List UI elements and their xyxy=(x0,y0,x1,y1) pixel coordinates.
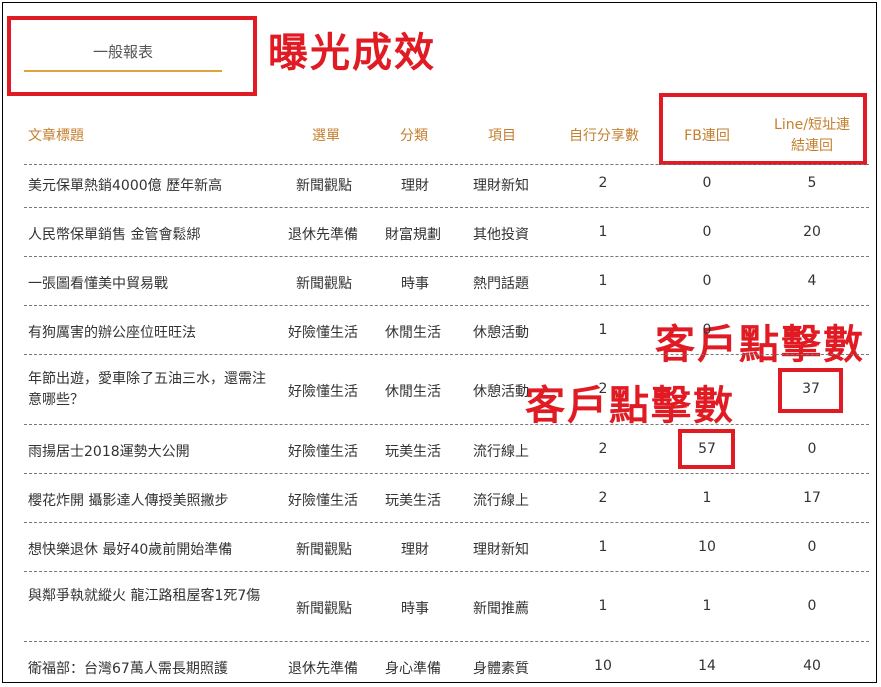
cell-self-share: 2 xyxy=(598,175,608,191)
cell-category: 休閒生活 xyxy=(385,325,441,341)
cell-category: 玩美生活 xyxy=(385,493,441,509)
cell-menu: 好險懂生活 xyxy=(288,444,358,460)
row-separator xyxy=(24,305,869,306)
cell-self-share: 2 xyxy=(598,441,608,457)
cell-fb: 14 xyxy=(698,658,716,674)
cell-line: 17 xyxy=(803,490,821,506)
cell-self-share: 1 xyxy=(598,273,608,289)
cell-title[interactable]: 人民幣保單銷售 金管會鬆綁 xyxy=(28,224,200,244)
cell-category: 理財 xyxy=(401,542,429,558)
cell-fb: 0 xyxy=(702,322,712,338)
col-header-fb[interactable]: FB連回 xyxy=(667,125,747,145)
row-separator xyxy=(24,571,869,572)
col-header-menu[interactable]: 選單 xyxy=(312,125,340,145)
cell-menu: 新聞觀點 xyxy=(296,601,352,617)
cell-title[interactable]: 美元保單熱銷4000億 歷年新高 xyxy=(28,175,222,195)
cell-fb: 10 xyxy=(698,539,716,555)
cell-self-share: 2 xyxy=(598,490,608,506)
cell-category: 時事 xyxy=(401,601,429,617)
cell-item: 理財新知 xyxy=(473,178,529,194)
cell-line: 37 xyxy=(802,381,820,397)
cell-category: 理財 xyxy=(401,178,429,194)
cell-self-share: 1 xyxy=(598,598,608,614)
cell-item: 新聞推薦 xyxy=(473,601,529,617)
cell-menu: 好險懂生活 xyxy=(288,325,358,341)
cell-self-share: 2 xyxy=(598,381,608,397)
cell-category: 玩美生活 xyxy=(385,444,441,460)
row-separator xyxy=(24,522,869,523)
col-header-line-text-1: Line/短址連 xyxy=(774,117,850,133)
cell-title[interactable]: 想快樂退休 最好40歲前開始準備 xyxy=(28,539,232,559)
cell-item: 熱門話題 xyxy=(473,276,529,292)
header-separator xyxy=(24,164,869,165)
cell-title[interactable]: 雨揚居士2018運勢大公開 xyxy=(28,441,190,461)
col-header-self-share[interactable]: 自行分享數 xyxy=(558,125,650,145)
cell-title[interactable]: 有狗厲害的辦公座位旺旺法 xyxy=(28,322,196,342)
cell-item: 其他投資 xyxy=(473,227,529,243)
cell-item: 休憩活動 xyxy=(473,384,529,400)
cell-category: 時事 xyxy=(401,276,429,292)
cell-title[interactable]: 年節出遊，愛車除了五油三水，還需注意哪些？ xyxy=(28,369,273,411)
cell-line: 0 xyxy=(807,598,817,614)
col-header-line-text-2: 結連回 xyxy=(791,138,833,154)
col-header-line[interactable]: Line/短址連 結連回 xyxy=(760,115,864,157)
cell-fb: 1 xyxy=(702,490,712,506)
row-separator xyxy=(24,354,869,355)
cell-item: 休憩活動 xyxy=(473,325,529,341)
cell-self-share: 1 xyxy=(598,539,608,555)
row-separator xyxy=(24,256,869,257)
cell-item: 流行線上 xyxy=(473,444,529,460)
cell-category: 財富規劃 xyxy=(385,227,441,243)
cell-self-share: 1 xyxy=(598,322,608,338)
cell-line: 5 xyxy=(807,175,817,191)
tab-general-report[interactable]: 一般報表 xyxy=(24,41,222,62)
cell-menu: 退休先準備 xyxy=(288,661,358,677)
cell-fb: 57 xyxy=(698,441,716,457)
cell-fb: 0 xyxy=(702,224,712,240)
cell-item: 身體素質 xyxy=(473,661,529,677)
cell-title[interactable]: 櫻花炸開 攝影達人傳授美照撇步 xyxy=(28,490,228,510)
cell-line: 4 xyxy=(807,273,817,289)
cell-item: 流行線上 xyxy=(473,493,529,509)
row-separator xyxy=(24,473,869,474)
cell-fb: 0 xyxy=(702,273,712,289)
row-separator xyxy=(24,641,869,642)
cell-menu: 好險懂生活 xyxy=(288,384,358,400)
cell-line: 0 xyxy=(807,441,817,457)
tab-active-underline xyxy=(24,70,222,72)
cell-self-share: 10 xyxy=(594,658,612,674)
cell-menu: 新聞觀點 xyxy=(296,542,352,558)
annotation-exposure: 曝光成效 xyxy=(268,30,436,76)
cell-title[interactable]: 一張圖看懂美中貿易戰 xyxy=(28,273,168,293)
col-header-category[interactable]: 分類 xyxy=(400,125,428,145)
col-header-title[interactable]: 文章標題 xyxy=(28,125,84,145)
cell-title[interactable]: 衛福部：台灣67萬人需長期照護 xyxy=(28,658,228,678)
cell-menu: 好險懂生活 xyxy=(288,493,358,509)
cell-line: 40 xyxy=(803,658,821,674)
cell-category: 身心準備 xyxy=(385,661,441,677)
cell-menu: 新聞觀點 xyxy=(296,276,352,292)
cell-line: 20 xyxy=(803,224,821,240)
row-separator xyxy=(24,424,869,425)
row-separator xyxy=(24,207,869,208)
col-header-item[interactable]: 項目 xyxy=(488,125,516,145)
cell-title[interactable]: 與鄰爭執就縱火 龍江路租屋客1死7傷 xyxy=(28,586,278,607)
cell-fb: 0 xyxy=(702,175,712,191)
cell-menu: 新聞觀點 xyxy=(296,178,352,194)
cell-fb: 1 xyxy=(702,598,712,614)
cell-menu: 退休先準備 xyxy=(288,227,358,243)
annotation-clicks-right: 客戶點擊數 xyxy=(655,322,865,368)
cell-self-share: 1 xyxy=(598,224,608,240)
cell-category: 休閒生活 xyxy=(385,384,441,400)
cell-line: 0 xyxy=(807,539,817,555)
cell-item: 理財新知 xyxy=(473,542,529,558)
